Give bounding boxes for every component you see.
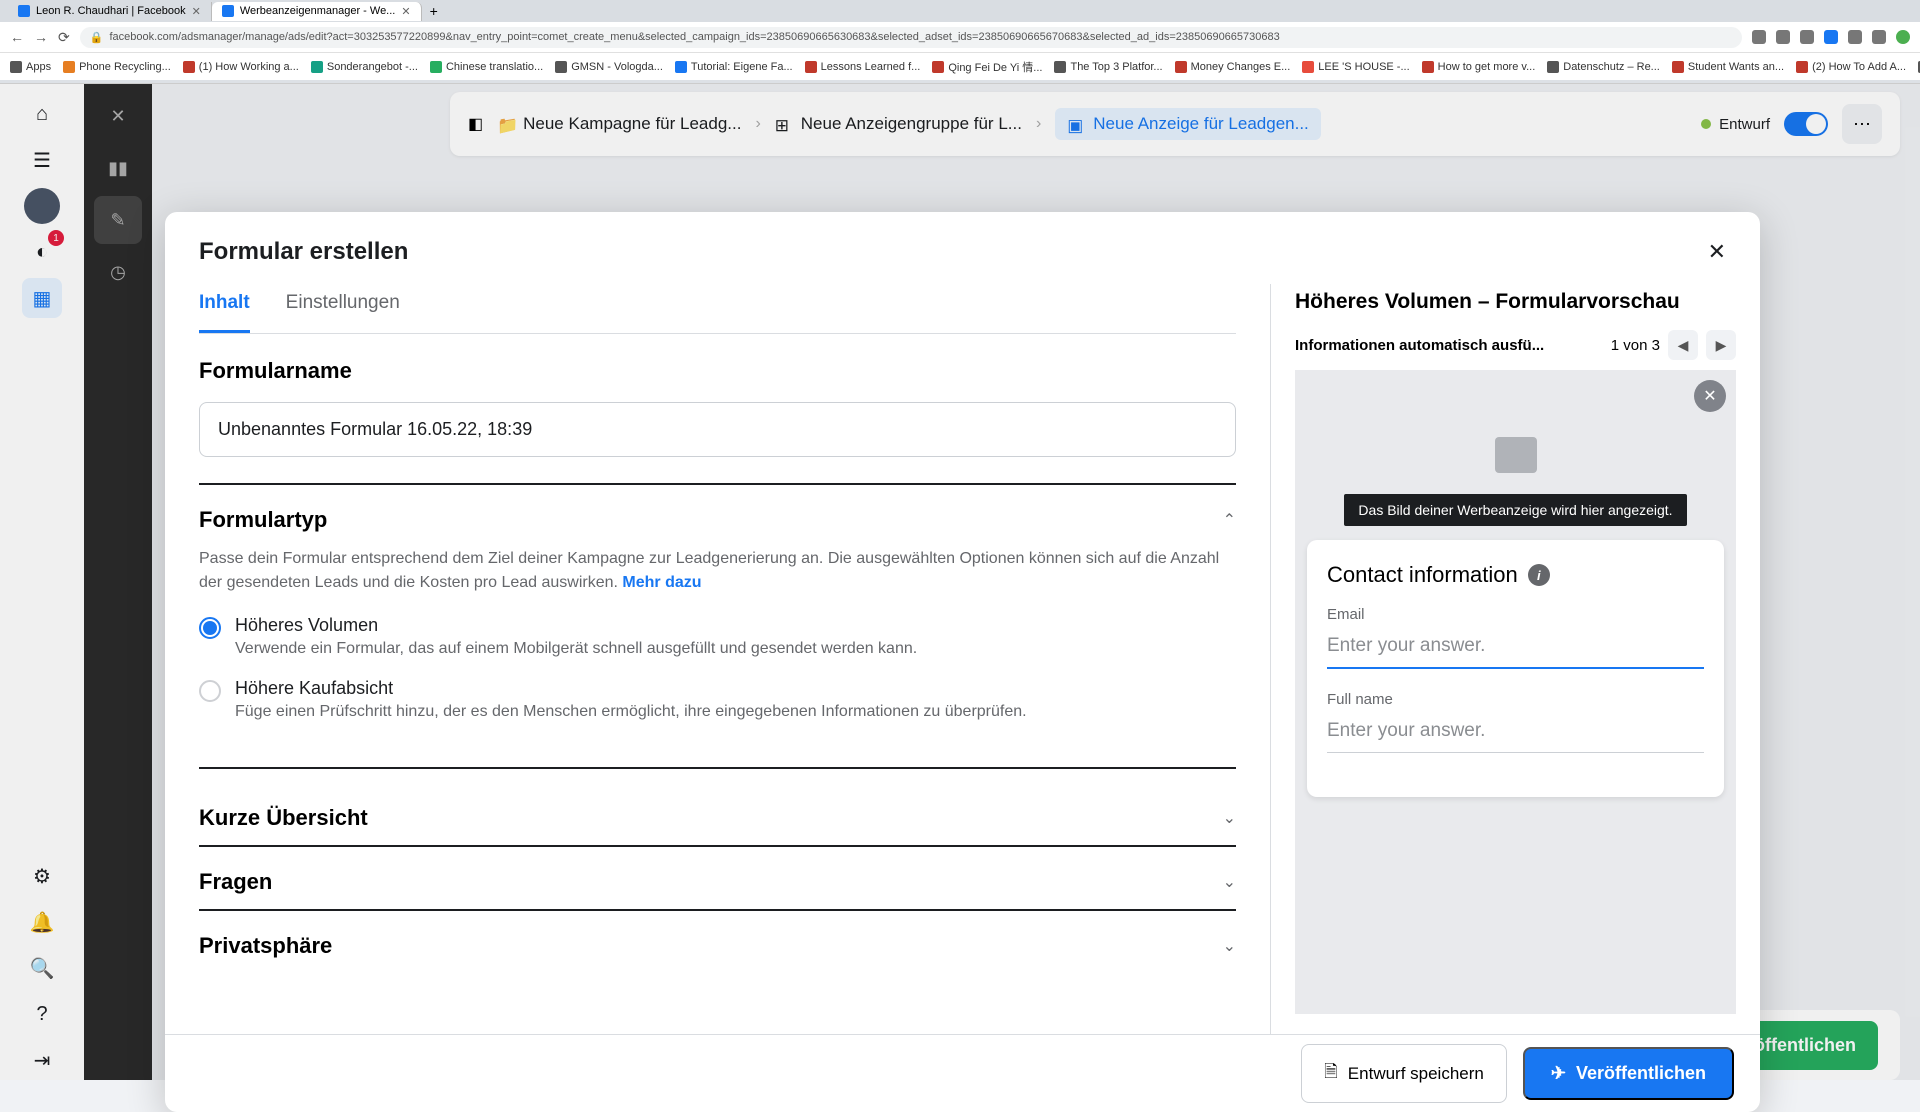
radio-icon[interactable]	[199, 617, 221, 639]
forward-icon[interactable]: →	[34, 29, 48, 45]
chevron-down-icon: ⌄	[1223, 936, 1236, 956]
section-formtype: Formulartyp ⌃ Passe dein Formular entspr…	[199, 507, 1236, 769]
ext-icon[interactable]	[1752, 30, 1766, 44]
ext-icon[interactable]	[1800, 30, 1814, 44]
bookmark[interactable]: Chinese translatio...	[430, 61, 543, 73]
lock-icon: 🔒	[90, 31, 104, 44]
formtype-desc: Passe dein Formular entsprechend dem Zie…	[199, 547, 1236, 595]
section-title: Fragen	[199, 869, 272, 895]
modal-tabs: Inhalt Einstellungen	[199, 284, 1236, 334]
preview-page: 1 von 3	[1611, 337, 1660, 354]
bookmark[interactable]: How to get more v...	[1422, 61, 1536, 73]
browser-tab[interactable]: Werbeanzeigenmanager - We... ✕	[212, 2, 422, 21]
bookmark[interactable]: The Top 3 Platfor...	[1054, 61, 1162, 73]
bookmarks-bar: Apps Phone Recycling... (1) How Working …	[0, 52, 1920, 80]
chevron-down-icon: ⌄	[1223, 872, 1236, 892]
tab-settings[interactable]: Einstellungen	[286, 284, 400, 333]
tab-content[interactable]: Inhalt	[199, 284, 250, 333]
info-icon[interactable]: i	[1528, 564, 1550, 586]
formname-input[interactable]	[199, 402, 1236, 457]
section-title: Privatsphäre	[199, 933, 332, 959]
preview-step: Informationen automatisch ausfü...	[1295, 337, 1611, 354]
bookmark[interactable]: (2) How To Add A...	[1796, 61, 1906, 73]
send-icon: ✈	[1551, 1063, 1566, 1084]
section-overview[interactable]: Kurze Übersicht ⌄	[199, 791, 1236, 847]
modal-left-panel: Inhalt Einstellungen Formularname Formul…	[165, 284, 1270, 1034]
tab-title: Leon R. Chaudhari | Facebook	[36, 5, 186, 17]
bookmark[interactable]: Money Changes E...	[1175, 61, 1291, 73]
fullname-label: Full name	[1327, 691, 1704, 708]
radio-icon[interactable]	[199, 680, 221, 702]
formname-label: Formularname	[199, 358, 1236, 384]
new-tab-button[interactable]: +	[422, 3, 446, 19]
radio-desc: Verwende ein Formular, das auf einem Mob…	[235, 640, 917, 658]
bookmark[interactable]: Phone Recycling...	[63, 61, 171, 73]
app-background: ⌂ ☰ ◐1 ▦ ⚙ 🔔 🔍 ? ⇥ ✕ ▮▮ ✎ ◷ ◧ 📁Neue Kamp…	[0, 84, 1920, 1080]
url-input[interactable]: 🔒 facebook.com/adsmanager/manage/ads/edit…	[80, 27, 1742, 48]
bookmark[interactable]: Qing Fei De Yi 情...	[932, 59, 1042, 75]
bookmark[interactable]: Lessons Learned f...	[805, 61, 921, 73]
ext-icon[interactable]	[1824, 30, 1838, 44]
bookmark[interactable]: Student Wants an...	[1672, 61, 1784, 73]
ext-icon[interactable]	[1896, 30, 1910, 44]
email-input[interactable]: Enter your answer.	[1327, 629, 1704, 669]
bookmark[interactable]: (1) How Working a...	[183, 61, 299, 73]
section-privacy[interactable]: Privatsphäre ⌄	[199, 919, 1236, 973]
bookmark[interactable]: Sonderangebot -...	[311, 61, 418, 73]
section-questions[interactable]: Fragen ⌄	[199, 855, 1236, 911]
section-title: Kurze Übersicht	[199, 805, 368, 831]
extension-icons	[1752, 30, 1910, 44]
form-modal: Formular erstellen ✕ Inhalt Einstellunge…	[165, 212, 1760, 1112]
back-icon[interactable]: ←	[10, 29, 24, 45]
next-page-icon[interactable]: ▶	[1706, 330, 1736, 360]
close-icon[interactable]: ✕	[1708, 239, 1726, 265]
radio-desc: Füge einen Prüfschritt hinzu, der es den…	[235, 703, 1027, 721]
prev-page-icon[interactable]: ◀	[1668, 330, 1698, 360]
browser-tab[interactable]: Leon R. Chaudhari | Facebook ✕	[8, 2, 212, 21]
radio-label: Höhere Kaufabsicht	[235, 678, 1027, 699]
url-text: facebook.com/adsmanager/manage/ads/edit?…	[109, 31, 1279, 43]
tab-title: Werbeanzeigenmanager - We...	[240, 5, 396, 17]
document-icon: 🗎	[1324, 1059, 1338, 1088]
bookmark[interactable]: LEE 'S HOUSE -...	[1302, 61, 1409, 73]
modal-title: Formular erstellen	[199, 238, 408, 266]
preview-tooltip: Das Bild deiner Werbeanzeige wird hier a…	[1344, 494, 1686, 526]
modal-footer: 🗎Entwurf speichern ✈Veröffentlichen	[165, 1034, 1760, 1112]
preview-title: Höheres Volumen – Formularvorschau	[1295, 290, 1736, 314]
modal-header: Formular erstellen ✕	[165, 212, 1760, 284]
ext-icon[interactable]	[1848, 30, 1862, 44]
address-bar: ← → ⟳ 🔒 facebook.com/adsmanager/manage/ad…	[0, 22, 1920, 52]
bookmark[interactable]: Tutorial: Eigene Fa...	[675, 61, 793, 73]
ext-icon[interactable]	[1776, 30, 1790, 44]
tab-bar: Leon R. Chaudhari | Facebook ✕ Werbeanzei…	[0, 0, 1920, 22]
email-label: Email	[1327, 606, 1704, 623]
reload-icon[interactable]: ⟳	[58, 29, 70, 46]
chevron-down-icon: ⌄	[1223, 808, 1236, 828]
bookmark[interactable]: GMSN - Vologda...	[555, 61, 663, 73]
fullname-input[interactable]: Enter your answer.	[1327, 714, 1704, 753]
close-icon[interactable]: ✕	[401, 5, 410, 18]
ext-icon[interactable]	[1872, 30, 1886, 44]
formtype-title: Formulartyp	[199, 507, 327, 533]
preview-nav: Informationen automatisch ausfü... 1 von…	[1295, 330, 1736, 360]
preview-image-area: Das Bild deiner Werbeanzeige wird hier a…	[1295, 370, 1736, 540]
preview-panel: Höheres Volumen – Formularvorschau Infor…	[1270, 284, 1760, 1034]
chevron-up-icon[interactable]: ⌃	[1223, 510, 1236, 530]
radio-higher-intent[interactable]: Höhere Kaufabsicht Füge einen Prüfschrit…	[199, 678, 1236, 721]
preview-box: ✕ Das Bild deiner Werbeanzeige wird hier…	[1295, 370, 1736, 1014]
close-icon[interactable]: ✕	[192, 5, 201, 18]
image-placeholder-icon	[1495, 437, 1537, 473]
publish-button[interactable]: ✈Veröffentlichen	[1523, 1047, 1734, 1100]
bookmark[interactable]: Apps	[10, 61, 51, 73]
section-formname: Formularname	[199, 358, 1236, 485]
browser-chrome: Leon R. Chaudhari | Facebook ✕ Werbeanzei…	[0, 0, 1920, 84]
contact-card: Contact information i Email Enter your a…	[1307, 540, 1724, 797]
save-draft-button[interactable]: 🗎Entwurf speichern	[1301, 1044, 1507, 1103]
contact-title: Contact information	[1327, 562, 1518, 588]
radio-higher-volume[interactable]: Höheres Volumen Verwende ein Formular, d…	[199, 615, 1236, 658]
bookmark[interactable]: Datenschutz – Re...	[1547, 61, 1660, 73]
learn-more-link[interactable]: Mehr dazu	[622, 574, 701, 591]
radio-label: Höheres Volumen	[235, 615, 917, 636]
